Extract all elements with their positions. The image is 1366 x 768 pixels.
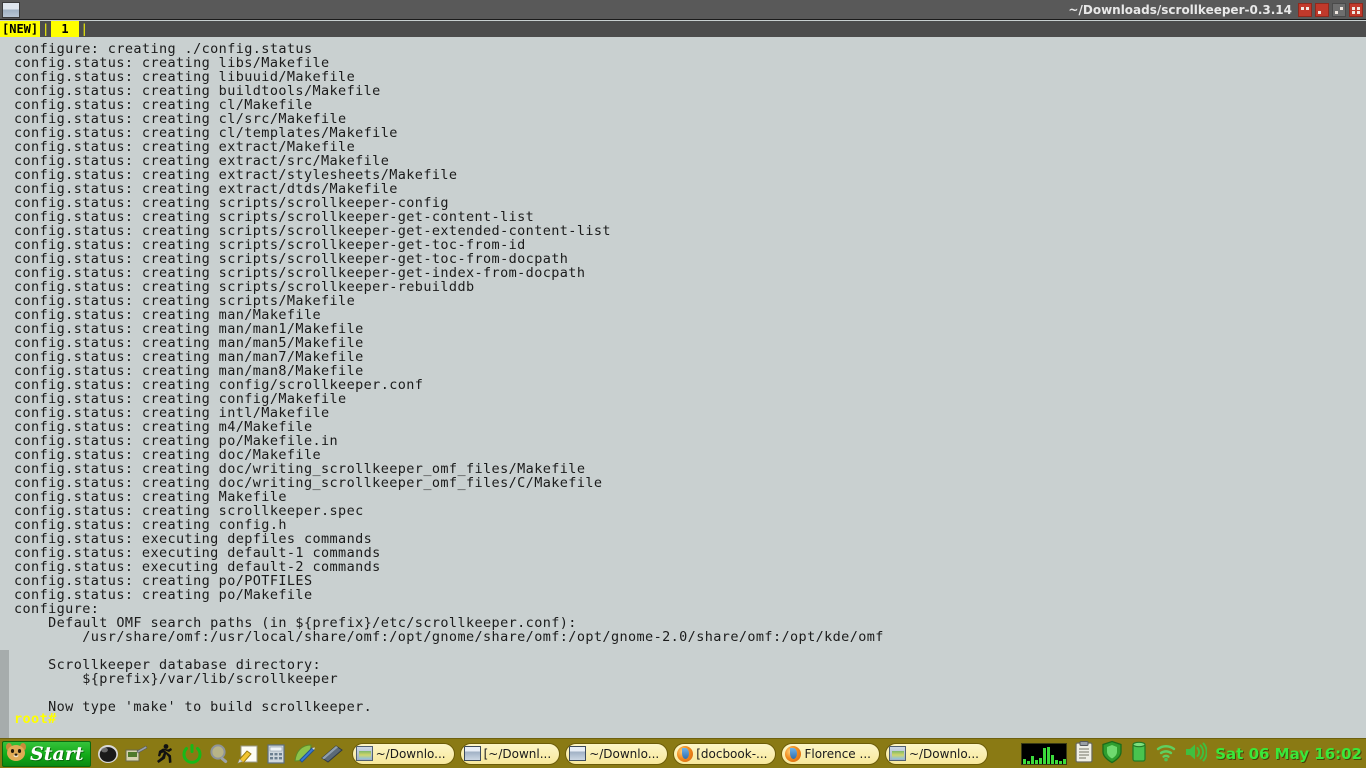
- start-button[interactable]: Start: [2, 740, 91, 767]
- folder-icon: [888, 746, 906, 761]
- window-controls: [1298, 2, 1363, 17]
- wifi-icon[interactable]: [1155, 740, 1177, 768]
- files-icon[interactable]: [320, 742, 344, 766]
- dog-face-icon: [5, 741, 27, 767]
- minimize-button[interactable]: [1315, 2, 1329, 17]
- terminal-output: configure: creating ./config.status conf…: [14, 41, 884, 715]
- battery-icon[interactable]: [1129, 740, 1149, 768]
- shield-icon[interactable]: [1101, 740, 1123, 768]
- terminal-scrollbar[interactable]: [0, 38, 9, 738]
- taskbar-window-button[interactable]: ~/Downlo...: [884, 742, 988, 765]
- system-monitor-graph[interactable]: [1021, 742, 1068, 765]
- terminal-prompt: root#: [14, 711, 57, 727]
- clipboard-icon[interactable]: [1073, 740, 1095, 768]
- text-editor-icon[interactable]: [292, 742, 316, 766]
- calculator-icon[interactable]: [264, 742, 288, 766]
- terminal-icon: [463, 746, 481, 761]
- taskbar-window-label: [~/Downl...: [483, 746, 552, 761]
- tab-separator-left: |: [40, 21, 52, 37]
- window-titlebar[interactable]: ~/Downloads/scrollkeeper-0.3.14: [0, 0, 1366, 20]
- start-button-label: Start: [30, 742, 84, 765]
- taskbar-window-list: ~/Downlo... [~/Downl... ~/Downlo... [doc…: [351, 742, 988, 765]
- running-man-icon[interactable]: [152, 742, 176, 766]
- taskbar-clock[interactable]: Sat 06 May 16:02: [1215, 745, 1362, 763]
- terminal-tabbar[interactable]: [NEW] | 1 |: [0, 21, 1366, 37]
- taskbar-window-button[interactable]: ~/Downlo...: [565, 742, 669, 765]
- notepad-icon[interactable]: [236, 742, 260, 766]
- taskbar-window-button[interactable]: ~/Downlo...: [351, 742, 455, 765]
- magnifier-icon[interactable]: [208, 742, 232, 766]
- terminal-scrollbar-thumb[interactable]: [0, 650, 9, 738]
- taskbar-window-label: [docbook-...: [696, 746, 768, 761]
- taskbar-window-button[interactable]: [docbook-...: [673, 742, 777, 765]
- mouse-menu-icon[interactable]: [96, 742, 120, 766]
- window-menu-icon[interactable]: [2, 1, 20, 18]
- close-button[interactable]: [1349, 2, 1363, 17]
- taskbar-window-label: Florence ...: [804, 746, 871, 761]
- desktop-screen: ~/Downloads/scrollkeeper-0.3.14 [NEW] | …: [0, 0, 1366, 768]
- tab-separator-right: |: [78, 21, 90, 37]
- folder-icon: [355, 746, 373, 761]
- taskbar-window-button[interactable]: Florence ...: [781, 742, 880, 765]
- terminal-tools-icon[interactable]: [124, 742, 148, 766]
- taskbar-window-label: ~/Downlo...: [375, 746, 446, 761]
- new-tab-button[interactable]: [NEW]: [0, 21, 41, 37]
- maximize-button[interactable]: [1332, 2, 1346, 17]
- terminal-icon: [569, 746, 587, 761]
- power-icon[interactable]: [180, 742, 204, 766]
- system-tray: Sat 06 May 16:02: [1021, 740, 1362, 768]
- firefox-icon: [785, 745, 802, 762]
- volume-icon[interactable]: [1183, 740, 1208, 768]
- shade-button[interactable]: [1298, 2, 1312, 17]
- window-title: ~/Downloads/scrollkeeper-0.3.14: [1068, 2, 1292, 17]
- taskbar-window-button[interactable]: [~/Downl...: [459, 742, 561, 765]
- tab-1[interactable]: 1: [51, 21, 79, 37]
- taskbar-window-label: ~/Downlo...: [908, 746, 979, 761]
- terminal-view[interactable]: configure: creating ./config.status conf…: [0, 38, 1366, 738]
- quick-launch-bar: [96, 742, 344, 766]
- taskbar-window-label: ~/Downlo...: [589, 746, 660, 761]
- taskbar: Start ~/Downlo... [~/Downl... ~/Downlo..…: [0, 738, 1366, 768]
- firefox-icon: [677, 745, 694, 762]
